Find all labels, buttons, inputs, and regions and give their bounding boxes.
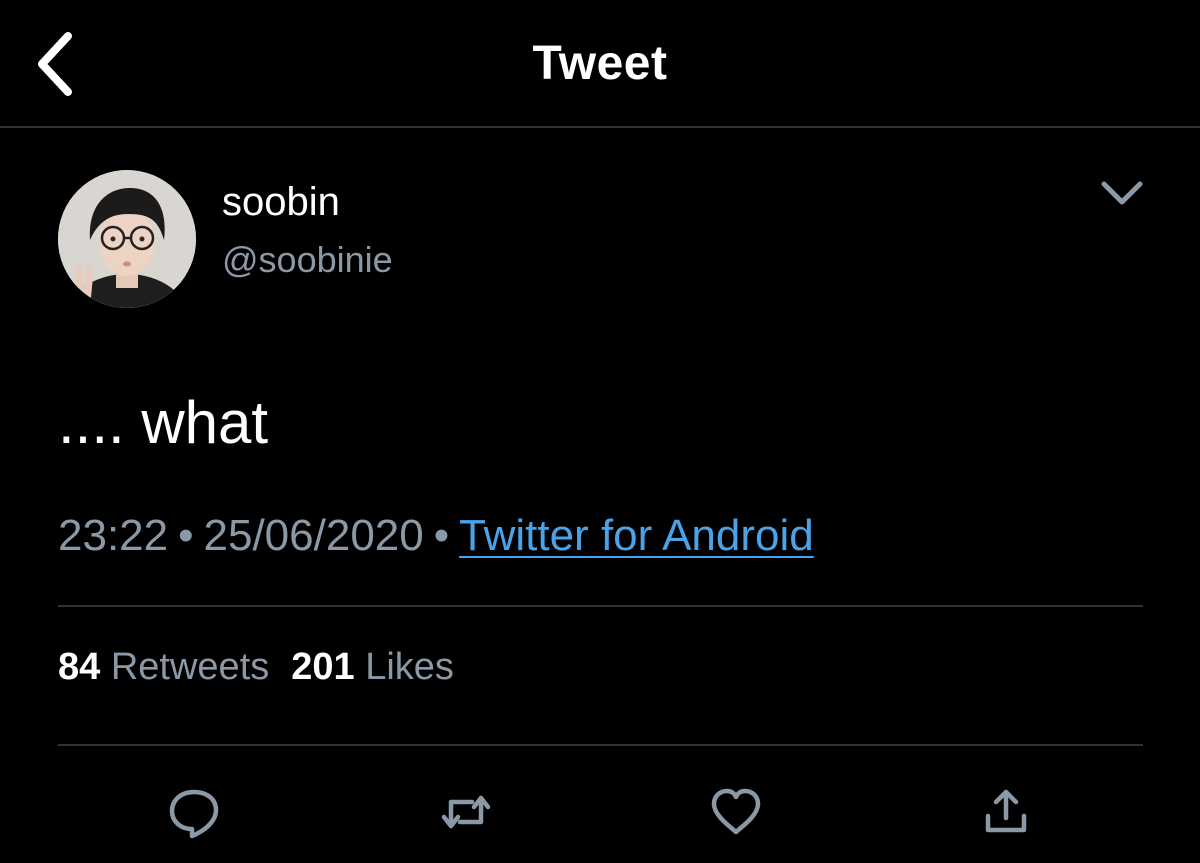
top-bar: Tweet xyxy=(0,0,1200,128)
separator-dot: • xyxy=(178,511,194,560)
divider xyxy=(58,744,1143,746)
chevron-down-icon xyxy=(1101,181,1143,205)
retweets-count: 84 xyxy=(58,646,101,688)
avatar[interactable] xyxy=(58,170,196,308)
user-handle[interactable]: @soobinie xyxy=(222,238,393,282)
retweets-stat[interactable]: 84 Retweets xyxy=(58,646,269,688)
share-button[interactable] xyxy=(976,784,1036,840)
retweet-button[interactable] xyxy=(436,784,496,840)
retweets-label: Retweets xyxy=(110,646,270,688)
heart-icon xyxy=(711,788,761,835)
tweet-text: .... what xyxy=(58,389,269,456)
engagement-stats: 84 Retweets 201 Likes xyxy=(58,644,454,690)
more-options-button[interactable] xyxy=(1096,172,1148,216)
tweet-date: 25/06/2020 xyxy=(203,511,424,560)
reply-button[interactable] xyxy=(164,784,224,840)
like-button[interactable] xyxy=(706,784,766,840)
likes-label: Likes xyxy=(365,646,454,688)
source-link[interactable]: Twitter for Android xyxy=(459,511,814,560)
divider xyxy=(58,605,1143,607)
tweet-time: 23:22 xyxy=(58,511,169,560)
share-icon xyxy=(985,789,1027,833)
likes-stat[interactable]: 201 Likes xyxy=(291,646,454,688)
likes-count: 201 xyxy=(291,646,355,688)
reply-icon xyxy=(169,789,219,839)
page-title: Tweet xyxy=(532,37,668,90)
profile-photo xyxy=(58,170,196,308)
retweet-icon xyxy=(441,795,491,829)
separator-dot: • xyxy=(433,511,450,560)
tweet-metadata: 23:22 • 25/06/2020 • Twitter for Android xyxy=(58,508,814,564)
display-name[interactable]: soobin xyxy=(222,178,340,226)
